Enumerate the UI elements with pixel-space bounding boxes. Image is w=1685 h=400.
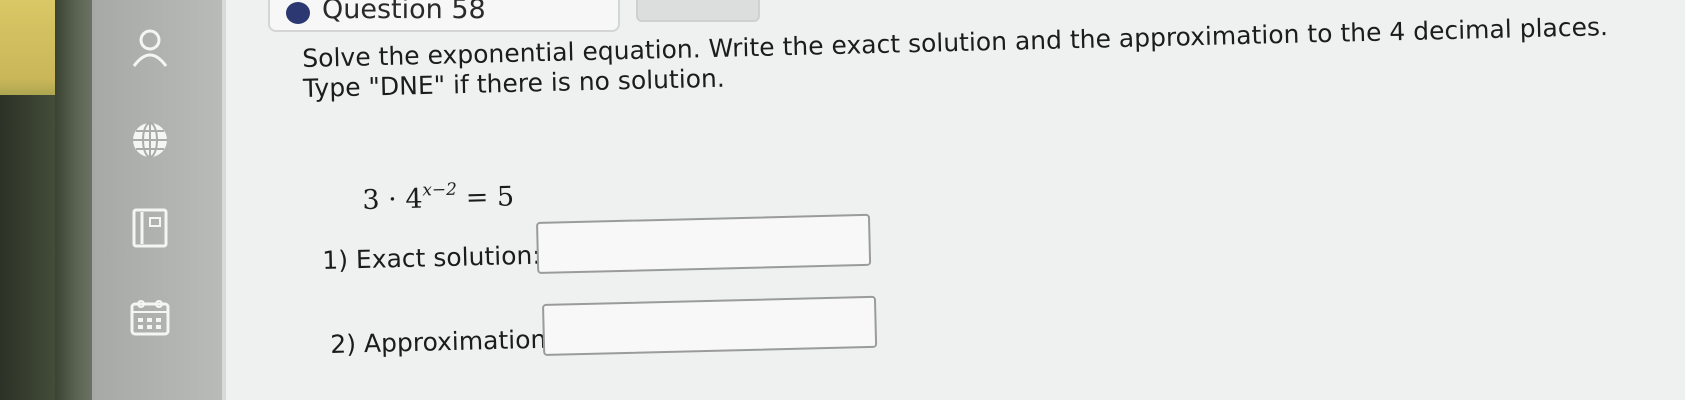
monitor-bezel-edge [55, 0, 95, 400]
question-status-dot [286, 2, 310, 24]
equation-exponent: x−2 [422, 179, 458, 201]
approximation-input[interactable] [542, 295, 878, 356]
question-title: Question 58 [322, 0, 486, 25]
calendar-icon[interactable] [128, 296, 172, 340]
question-tab[interactable] [636, 0, 760, 22]
equation-rhs: = 5 [456, 181, 515, 214]
globe-icon[interactable] [128, 118, 172, 162]
monitor-bezel-yellow [0, 0, 58, 100]
equation-base: 3 · 4 [362, 183, 423, 216]
exact-solution-input[interactable] [536, 213, 872, 274]
book-icon[interactable] [128, 206, 172, 250]
equation: 3 · 4x−2 = 5 [362, 178, 515, 216]
approximation-label: 2) Approximation: [330, 324, 556, 359]
user-icon[interactable] [128, 26, 172, 70]
exact-solution-label: 1) Exact solution: [322, 240, 542, 275]
